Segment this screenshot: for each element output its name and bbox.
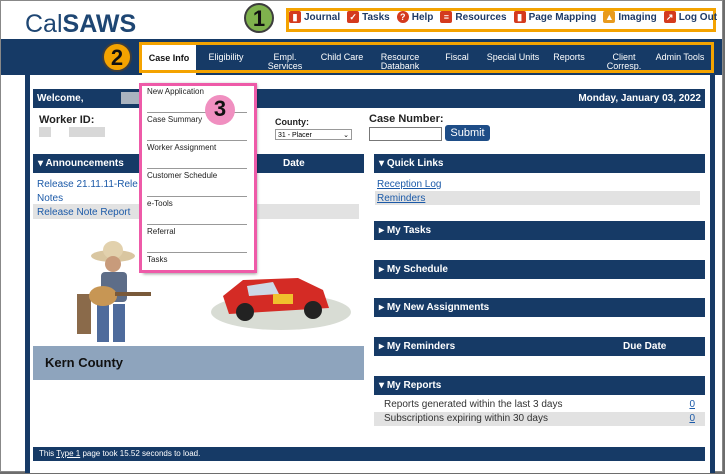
my-reminders-title: My Reminders: [386, 341, 456, 352]
logo-bold: SAWS: [62, 10, 137, 38]
footer-prefix: This: [39, 449, 57, 458]
log-out-label: Log Out: [678, 11, 718, 23]
book-icon: ▮: [289, 11, 301, 23]
help-link[interactable]: ? Help: [396, 11, 434, 23]
resources-link[interactable]: ≡ Resources: [440, 11, 507, 23]
book-icon: ▮: [513, 11, 526, 23]
my-schedule-title: My Schedule: [386, 264, 448, 275]
caret-right-icon: ▸: [379, 341, 387, 352]
caret-right-icon: ▸: [379, 264, 387, 275]
county-select[interactable]: 31 - Placer ⌄: [275, 129, 352, 140]
my-new-assignments-title-wrap: ▸ My New Assignments: [379, 298, 489, 317]
my-reminders-title-wrap: ▸ My Reminders: [379, 337, 455, 356]
page-mapping-label: Page Mapping: [528, 11, 597, 23]
my-tasks-title-wrap: ▸ My Tasks: [379, 221, 431, 240]
page-footer: This Type 1 page took 15.52 seconds to l…: [33, 447, 705, 461]
document-icon: ≡: [440, 11, 453, 23]
dropdown-highlight-box: [139, 83, 257, 273]
check-icon: ✓: [347, 11, 360, 23]
quick-links-title: Quick Links: [386, 158, 444, 169]
report-row: Subscriptions expiring within 30 days 0: [374, 412, 705, 426]
due-date-header: Due Date: [623, 341, 667, 352]
report-row-text: Subscriptions expiring within 30 days: [384, 413, 548, 424]
case-number-label: Case Number:: [369, 113, 444, 125]
report-row-count-link[interactable]: 0: [689, 399, 695, 410]
submit-button[interactable]: Submit: [445, 125, 490, 141]
quick-links-header[interactable]: ▾ Quick Links: [374, 154, 705, 173]
county-banner: Kern County: [33, 346, 364, 380]
my-schedule-header[interactable]: ▸ My Schedule: [374, 260, 705, 279]
help-label: Help: [411, 11, 434, 23]
resources-label: Resources: [455, 11, 507, 23]
imaging-link[interactable]: ▲ Imaging: [603, 11, 657, 23]
caret-down-icon: ▾: [379, 380, 387, 391]
announcement-link-release[interactable]: Release 21.11.11-Rele: [37, 179, 138, 190]
current-date: Monday, January 03, 2022: [578, 93, 701, 104]
my-new-assignments-title: My New Assignments: [386, 302, 490, 313]
worker-id-label: Worker ID:: [39, 114, 95, 126]
app-window: CalSAWS ▮ Journal ✓ Tasks ? Help ≡ Resources…: [0, 0, 723, 473]
caret-right-icon: ▸: [379, 225, 387, 236]
logo-light: Cal: [25, 10, 63, 38]
date-column-header: Date: [283, 158, 305, 169]
quick-links-title-wrap: ▾ Quick Links: [379, 154, 444, 173]
help-icon: ?: [396, 11, 409, 23]
report-row-text: Reports generated within the last 3 days: [384, 399, 563, 410]
footer-text: This Type 1 page took 15.52 seconds to l…: [39, 447, 200, 461]
callout-badge-3: 3: [205, 95, 235, 125]
my-tasks-header[interactable]: ▸ My Tasks: [374, 221, 705, 240]
announcement-link-release-note-report[interactable]: Release Note Report: [37, 207, 130, 218]
utility-links: ▮ Journal ✓ Tasks ? Help ≡ Resources ▮ Page M…: [289, 11, 722, 23]
case-number-input[interactable]: [369, 127, 442, 141]
logout-icon: ↗: [663, 11, 676, 23]
redacted-worker-id: [39, 127, 51, 137]
my-tasks-title: My Tasks: [386, 225, 432, 236]
caret-down-icon: ▾: [379, 158, 387, 169]
journal-link[interactable]: ▮ Journal: [289, 11, 340, 23]
callout-badge-2: 2: [102, 42, 132, 72]
redacted-worker-id: [69, 127, 105, 137]
journal-label: Journal: [304, 11, 341, 23]
announcements-title-wrap: ▾ Announcements: [38, 154, 124, 173]
callout-badge-1: 1: [244, 3, 274, 33]
my-reports-title-wrap: ▾ My Reports: [379, 376, 441, 395]
county-value: 31 - Placer: [278, 132, 312, 139]
imaging-label: Imaging: [618, 11, 657, 23]
county-name: Kern County: [45, 355, 123, 370]
chevron-down-icon: ⌄: [343, 132, 349, 139]
report-row-count-link[interactable]: 0: [689, 413, 695, 424]
calsaws-logo: CalSAWS: [25, 10, 136, 39]
type-1-link[interactable]: Type 1: [56, 449, 80, 458]
page-mapping-link[interactable]: ▮ Page Mapping: [513, 11, 597, 23]
announcement-link-notes[interactable]: Notes: [37, 193, 63, 204]
tasks-link[interactable]: ✓ Tasks: [347, 11, 390, 23]
reminders-link[interactable]: Reminders: [377, 193, 425, 204]
welcome-label: Welcome,: [37, 93, 84, 104]
report-row: Reports generated within the last 3 days…: [374, 398, 705, 412]
log-out-link[interactable]: ↗ Log Out: [663, 11, 718, 23]
my-reminders-header[interactable]: ▸ My Reminders Due Date: [374, 337, 705, 356]
nav-highlight-box: [139, 42, 714, 73]
image-icon: ▲: [603, 11, 616, 23]
my-reports-header[interactable]: ▾ My Reports: [374, 376, 705, 395]
reception-log-link[interactable]: Reception Log: [377, 179, 442, 190]
footer-suffix: page took 15.52 seconds to load.: [80, 449, 201, 458]
my-reports-title: My Reports: [386, 380, 442, 391]
welcome-bar: Welcome, Monday, January 03, 2022: [33, 89, 705, 108]
my-new-assignments-header[interactable]: ▸ My New Assignments: [374, 298, 705, 317]
announcements-title: Announcements: [45, 158, 124, 169]
my-schedule-title-wrap: ▸ My Schedule: [379, 260, 448, 279]
county-label: County:: [275, 117, 309, 127]
tasks-label: Tasks: [362, 11, 390, 23]
caret-right-icon: ▸: [379, 302, 387, 313]
